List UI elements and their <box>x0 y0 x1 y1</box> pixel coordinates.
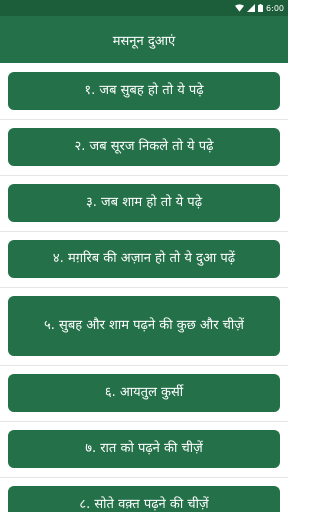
divider <box>0 365 288 366</box>
divider <box>0 231 288 232</box>
wifi-icon <box>235 4 245 12</box>
dua-item-label: १. जब सुबह हो तो ये पढ़े <box>84 83 204 98</box>
dua-item-3[interactable]: ३. जब शाम हो तो ये पढ़े <box>8 184 280 222</box>
signal-icon <box>247 4 256 12</box>
divider <box>0 421 288 422</box>
dua-item-4[interactable]: ४. मग़रिब की अज़ान हो तो ये दुआ पढ़ें <box>8 240 280 278</box>
dua-item-6[interactable]: ६. आयतुल कुर्सी <box>8 374 280 412</box>
dua-item-2[interactable]: २. जब सूरज निकले तो ये पढ़े <box>8 128 280 166</box>
dua-item-label: ८. सोते वक़्त पढ़ने की चीज़ें <box>79 497 209 512</box>
battery-icon <box>258 4 264 12</box>
dua-item-7[interactable]: ७. रात को पढ़ने की चीज़ें <box>8 430 280 468</box>
dua-item-label: ६. आयतुल कुर्सी <box>104 385 184 400</box>
dua-item-5[interactable]: ५. सुबह और शाम पढ़ने की कुछ और चीज़ें <box>8 296 280 356</box>
dua-item-label: ५. सुबह और शाम पढ़ने की कुछ और चीज़ें <box>44 318 244 333</box>
divider <box>0 287 288 288</box>
dua-item-label: २. जब सूरज निकले तो ये पढ़े <box>74 139 214 154</box>
dua-item-1[interactable]: १. जब सुबह हो तो ये पढ़े <box>8 72 280 110</box>
dua-item-label: ४. मग़रिब की अज़ान हो तो ये दुआ पढ़ें <box>52 251 236 266</box>
dua-item-label: ७. रात को पढ़ने की चीज़ें <box>85 441 203 456</box>
divider <box>0 175 288 176</box>
page-title: मसनून दुआएं <box>112 33 176 49</box>
status-time: 6:00 <box>266 3 284 13</box>
app-bar: मसनून दुआएं <box>0 16 288 63</box>
divider <box>0 119 288 120</box>
divider <box>0 477 288 478</box>
status-bar: 6:00 <box>0 0 288 16</box>
dua-item-label: ३. जब शाम हो तो ये पढ़े <box>85 195 203 210</box>
dua-item-8[interactable]: ८. सोते वक़्त पढ़ने की चीज़ें <box>8 486 280 512</box>
